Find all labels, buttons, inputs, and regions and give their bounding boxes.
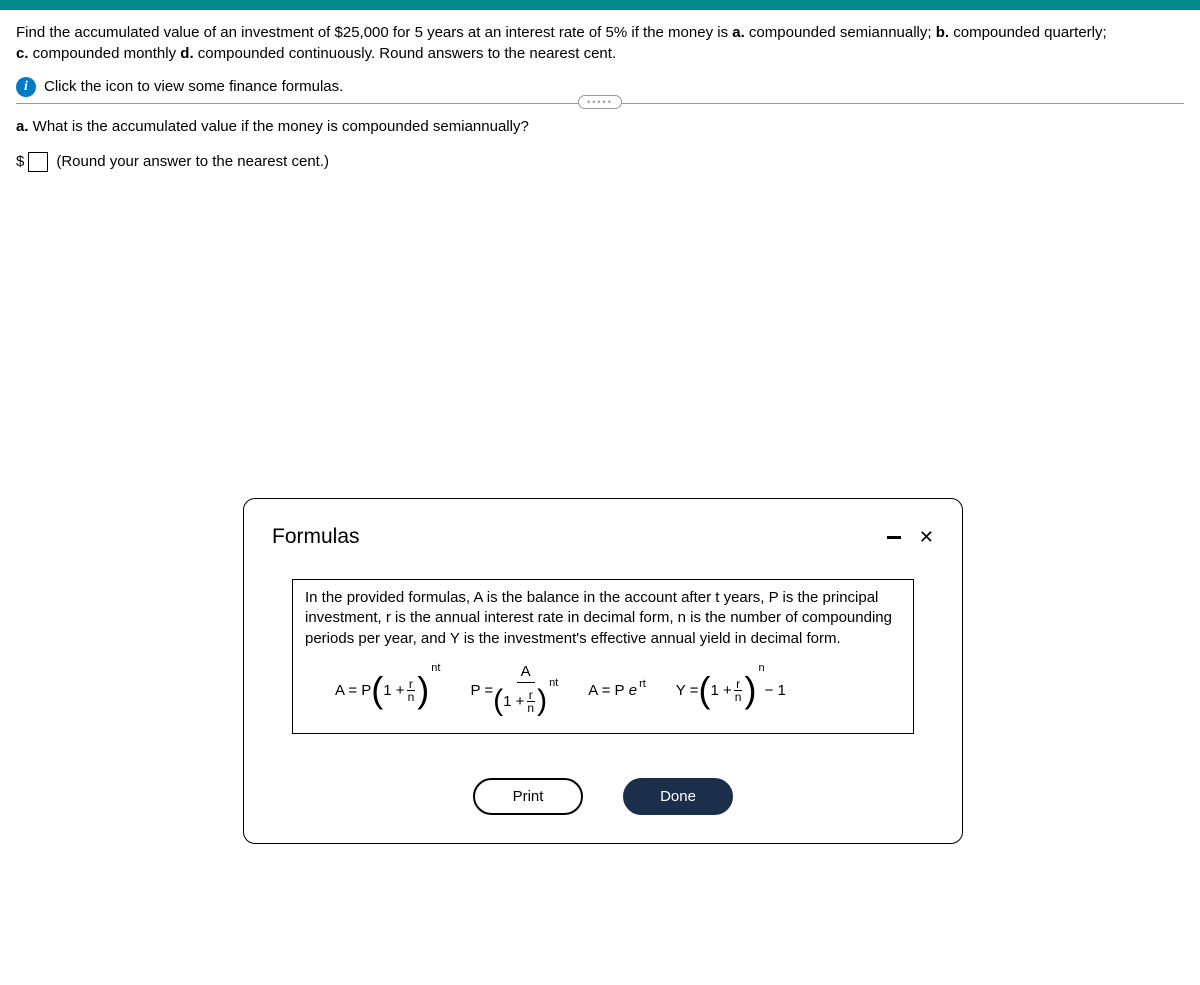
formula-compound: A = P ( 1 + r n ) nt xyxy=(335,670,440,712)
part-c-label: c. xyxy=(16,45,29,62)
part-a-text: compounded semiannually; xyxy=(745,24,936,41)
question-a-text: What is the accumulated value if the mon… xyxy=(29,118,529,135)
window-titlebar xyxy=(0,0,1200,10)
info-link-text: Click the icon to view some finance form… xyxy=(44,76,343,97)
question-a-label: a. xyxy=(16,118,29,135)
modal-header: Formulas ✕ xyxy=(244,499,962,569)
question-content: Find the accumulated value of an investm… xyxy=(0,10,1200,184)
rounding-note: (Round your answer to the nearest cent.) xyxy=(56,151,329,172)
minimize-icon[interactable] xyxy=(887,536,901,539)
part-c-text: compounded monthly xyxy=(29,45,181,62)
formula-yield: Y = ( 1 + r n ) n − 1 xyxy=(676,670,786,712)
question-a: a. What is the accumulated value if the … xyxy=(16,116,1184,137)
part-d-label: d. xyxy=(180,45,193,62)
print-button[interactable]: Print xyxy=(473,778,583,815)
info-link-row[interactable]: i Click the icon to view some finance fo… xyxy=(16,76,1184,97)
part-a-label: a. xyxy=(732,24,745,41)
answer-input[interactable] xyxy=(28,152,48,172)
formulas-modal: Formulas ✕ In the provided formulas, A i… xyxy=(243,498,963,844)
answer-row: $ (Round your answer to the nearest cent… xyxy=(16,151,1184,172)
formula-box: In the provided formulas, A is the balan… xyxy=(292,579,914,734)
part-d-text: compounded continuously. Round answers t… xyxy=(194,45,616,62)
info-icon[interactable]: i xyxy=(16,77,36,97)
close-icon[interactable]: ✕ xyxy=(919,527,934,548)
formula-present-value: P = A ( 1 + r n ) nt xyxy=(470,663,558,719)
formula-continuous: A = P e rt xyxy=(588,682,646,699)
problem-intro: Find the accumulated value of an investm… xyxy=(16,24,732,41)
part-b-text: compounded quarterly; xyxy=(949,24,1107,41)
collapse-handle[interactable]: ••••• xyxy=(578,95,622,109)
modal-buttons: Print Done xyxy=(244,778,962,815)
problem-statement: Find the accumulated value of an investm… xyxy=(16,22,1184,64)
done-button[interactable]: Done xyxy=(623,778,733,815)
modal-title: Formulas xyxy=(272,525,360,549)
part-b-label: b. xyxy=(936,24,949,41)
formula-description: In the provided formulas, A is the balan… xyxy=(305,588,901,649)
currency-symbol: $ xyxy=(16,151,24,172)
modal-controls: ✕ xyxy=(887,527,934,548)
formulas-row: A = P ( 1 + r n ) nt P = A ( 1 + xyxy=(305,663,901,719)
divider: ••••• xyxy=(16,103,1184,104)
